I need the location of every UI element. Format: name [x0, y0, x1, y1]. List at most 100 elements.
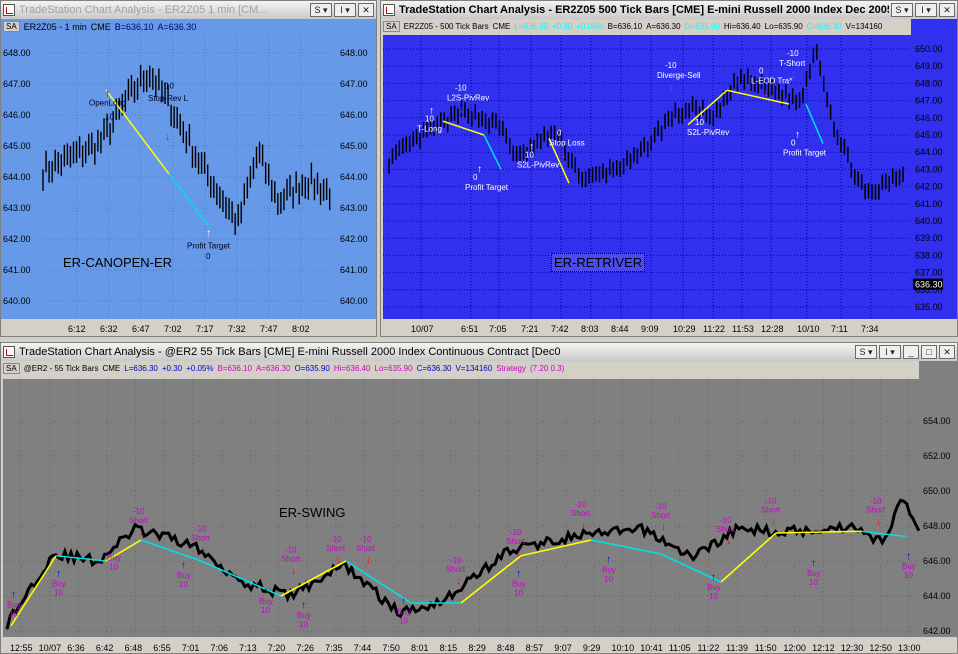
- buy-label: Buy: [52, 580, 66, 589]
- status-pct: +0.05%: [576, 22, 604, 31]
- chart-window-500tick[interactable]: TradeStation Chart Analysis - ER2Z05 500…: [380, 0, 958, 337]
- status-high: Hi=636.40: [333, 364, 371, 373]
- status-toggle[interactable]: SA: [3, 363, 20, 374]
- price-tick: 646.00: [923, 556, 951, 566]
- status-open: O=635.90: [294, 364, 330, 373]
- buy-qty: 10: [809, 578, 818, 587]
- tradestation-icon: [3, 4, 15, 16]
- sell-qty: -10: [195, 525, 207, 534]
- style-menu-button[interactable]: S ▾: [310, 3, 332, 17]
- status-toggle[interactable]: SA: [3, 21, 20, 32]
- time-tick: 10:29: [673, 324, 696, 334]
- close-icon[interactable]: ✕: [358, 3, 374, 17]
- time-tick: 11:53: [732, 324, 754, 334]
- buy-label: Buy: [397, 608, 411, 617]
- close-icon[interactable]: ✕: [939, 3, 955, 17]
- insert-menu-button[interactable]: I ▾: [915, 3, 937, 17]
- chart-area-1min[interactable]: 648.00 648.00 647.00 647.00 646.00 646.00 645.…: [1, 19, 376, 336]
- maximize-icon[interactable]: □: [921, 345, 937, 359]
- price-tick: 644.00: [923, 591, 951, 601]
- buy-arrow-icon: ↑: [699, 109, 704, 120]
- window-title: TradeStation Chart Analysis - ER2Z05 1 m…: [19, 4, 268, 16]
- price-tick-left: 643.00: [3, 203, 31, 213]
- sell-arrow-icon: ↓: [669, 82, 674, 93]
- price-tick: 642.00: [923, 626, 951, 636]
- trade-label-openlong: OpenLong: [89, 99, 126, 108]
- time-tick: 8:48: [497, 643, 515, 653]
- price-tick-right: 643.00: [340, 203, 368, 213]
- sell-arrow-icon: ↓: [726, 536, 731, 547]
- time-axis: [1, 319, 376, 336]
- window-title: TradeStation Chart Analysis - ER2Z05 500…: [399, 4, 889, 16]
- buy-label: Buy: [807, 569, 821, 578]
- time-tick: 12:28: [761, 324, 784, 334]
- time-tick: 9:09: [641, 324, 659, 334]
- sell-qty: -10: [360, 535, 372, 544]
- price-chart-55tick[interactable]: 654.00 652.00 650.00 648.00 646.00 644.00 642.…: [1, 361, 958, 654]
- price-tick: 637.00: [915, 268, 943, 278]
- time-tick: 6:51: [461, 324, 479, 334]
- time-tick: 9:29: [583, 643, 601, 653]
- status-toggle[interactable]: SA: [383, 21, 400, 32]
- sell-arrow-icon: ↓: [165, 132, 170, 143]
- time-tick: 11:22: [697, 643, 719, 653]
- insert-menu-button[interactable]: I ▾: [879, 345, 901, 359]
- buy-label: Buy: [512, 580, 526, 589]
- trade-label: S2L-PivRev: [517, 161, 559, 170]
- price-tick: 647.00: [915, 96, 943, 106]
- chart-window-1min[interactable]: TradeStation Chart Analysis - ER2Z05 1 m…: [0, 0, 377, 337]
- style-menu-button[interactable]: S ▾: [855, 345, 877, 359]
- buy-qty: 10: [904, 571, 913, 580]
- sell-label: Short: [716, 525, 736, 534]
- trade-label: L2S-PivRev: [447, 94, 489, 103]
- buy-arrow-icon: ↑: [56, 569, 61, 580]
- insert-menu-button[interactable]: I ▾: [334, 3, 356, 17]
- sell-arrow-icon: ↓: [771, 517, 776, 528]
- trade-qty: -10: [665, 61, 677, 70]
- window-titlebar[interactable]: TradeStation Chart Analysis - ER2Z05 1 m…: [1, 1, 376, 19]
- trade-qty: 0: [557, 128, 562, 137]
- close-icon[interactable]: ✕: [939, 345, 955, 359]
- minimize-icon[interactable]: _: [903, 345, 919, 359]
- trade-label: Profit Target: [783, 149, 827, 158]
- time-tick: 8:57: [526, 643, 544, 653]
- sell-arrow-icon: ↓: [876, 517, 881, 528]
- time-tick: 7:21: [521, 324, 539, 334]
- price-tick-left: 642.00: [3, 234, 31, 244]
- price-tick-left: 647.00: [3, 79, 31, 89]
- price-tick-left: 648.00: [3, 48, 31, 58]
- price-chart-500tick[interactable]: 650.00 649.00 648.00 647.00 646.00 645.00 644.…: [381, 19, 958, 337]
- time-tick: 7:20: [268, 643, 286, 653]
- chart-area-55tick[interactable]: 654.00 652.00 650.00 648.00 646.00 644.00 642.…: [1, 361, 957, 653]
- price-tick-left: 646.00: [3, 110, 31, 120]
- time-tick: 8:44: [611, 324, 629, 334]
- price-tick: 643.00: [915, 164, 943, 174]
- price-tick: 646.00: [915, 113, 943, 123]
- chart-window-55tick[interactable]: TradeStation Chart Analysis - @ER2 55 Ti…: [0, 342, 958, 654]
- tradestation-icon: [383, 4, 395, 16]
- status-ask: A=636.30: [255, 364, 291, 373]
- chart-area-500tick[interactable]: 650.00 649.00 648.00 647.00 646.00 645.00 644.…: [381, 19, 957, 336]
- sell-label: Short: [326, 544, 346, 553]
- time-tick: 6:48: [125, 643, 143, 653]
- status-bid: B=636.10: [217, 364, 252, 373]
- status-low: Lo=635.90: [764, 22, 803, 31]
- style-menu-button[interactable]: S ▾: [891, 3, 913, 17]
- buy-qty: 10: [261, 606, 270, 615]
- buy-arrow-icon: ↑: [711, 572, 716, 583]
- price-tick-right: 645.00: [340, 141, 368, 151]
- plot-area: [383, 35, 911, 319]
- price-tick: 650.00: [915, 44, 943, 54]
- price-chart-1min[interactable]: 648.00 648.00 647.00 647.00 646.00 646.00 645.…: [1, 19, 377, 337]
- buy-arrow-icon: ↑: [105, 88, 110, 99]
- sell-qty: -10: [655, 502, 667, 511]
- time-tick: 6:47: [132, 324, 150, 334]
- buy-arrow-icon: ↑: [11, 590, 16, 601]
- window-titlebar[interactable]: TradeStation Chart Analysis - ER2Z05 500…: [381, 1, 957, 19]
- study-label: ER-RETRIVER: [551, 253, 646, 272]
- time-tick: 10/10: [797, 324, 820, 334]
- status-open: O=635.90: [684, 22, 720, 31]
- status-exchange: CME: [90, 21, 111, 32]
- window-titlebar[interactable]: TradeStation Chart Analysis - @ER2 55 Ti…: [1, 343, 957, 361]
- sell-qty: -10: [575, 500, 587, 509]
